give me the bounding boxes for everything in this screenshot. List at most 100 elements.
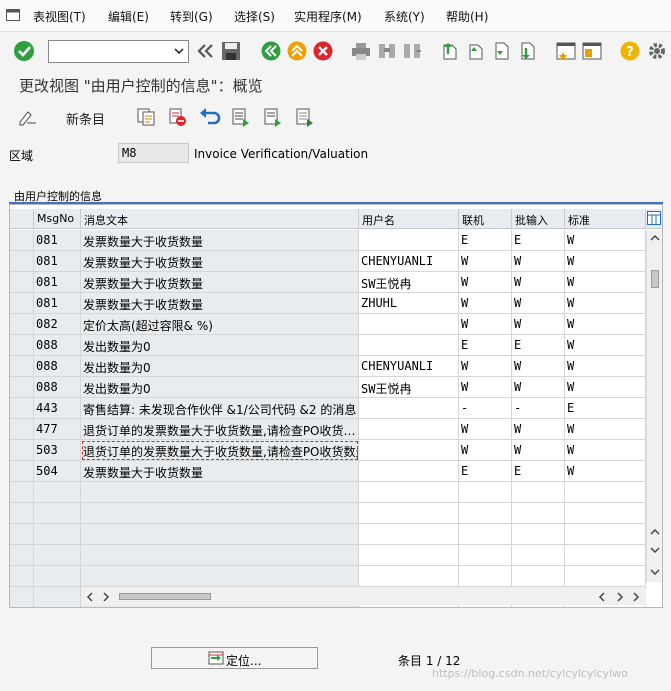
cancel-icon[interactable] [313,41,333,61]
find-next-icon[interactable] [402,41,422,61]
cell-online[interactable] [459,503,512,524]
column-header-standard[interactable]: 标准 [565,209,646,229]
cell-standard[interactable]: W [565,251,646,272]
print-icon[interactable] [351,41,371,61]
row-selector[interactable] [10,272,34,293]
cell-online[interactable] [459,482,512,503]
cell-standard[interactable]: W [565,440,646,461]
row-selector[interactable] [10,356,34,377]
back-icon[interactable] [261,41,281,61]
cell-standard[interactable]: E [565,398,646,419]
row-selector[interactable] [10,230,34,251]
row-selector[interactable] [10,545,34,566]
cell-standard[interactable] [565,545,646,566]
display-change-icon[interactable] [18,108,38,126]
cell-batch-input[interactable]: W [512,377,565,398]
horizontal-scroll-thumb[interactable] [119,593,211,600]
cell-batch-input[interactable]: E [512,461,565,482]
scroll-up-icon[interactable] [650,528,660,536]
find-icon[interactable] [377,41,397,61]
menu-edit[interactable]: 编辑(E) [108,8,149,25]
row-selector[interactable] [10,503,34,524]
cell-standard[interactable]: W [565,293,646,314]
column-header-online[interactable]: 联机 [459,209,512,229]
cell-online[interactable] [459,524,512,545]
cell-online[interactable] [459,566,512,587]
cell-user[interactable] [359,398,459,419]
cell-standard[interactable] [565,524,646,545]
scroll-down-icon[interactable] [650,546,660,554]
cell-online[interactable]: W [459,293,512,314]
last-page-icon[interactable] [518,41,538,61]
cell-user[interactable] [359,461,459,482]
cell-user[interactable] [359,335,459,356]
column-header-message-text[interactable]: 消息文本 [81,209,359,229]
table-settings-icon[interactable] [646,209,662,229]
row-selector[interactable] [10,335,34,356]
next-page-icon[interactable] [492,41,512,61]
cell-batch-input[interactable]: W [512,272,565,293]
cell-online[interactable]: W [459,251,512,272]
row-selector[interactable] [10,566,34,587]
new-entries-button[interactable]: 新条目 [66,109,105,128]
delete-icon[interactable] [167,107,187,127]
menu-utilities[interactable]: 实用程序(M) [294,8,362,25]
deselect-all-icon[interactable] [295,107,315,127]
cell-standard[interactable]: W [565,461,646,482]
cell-standard[interactable] [565,503,646,524]
cell-standard[interactable]: W [565,272,646,293]
cell-user[interactable] [359,524,459,545]
row-selector[interactable] [10,398,34,419]
undo-icon[interactable] [199,107,221,127]
cell-online[interactable]: W [459,272,512,293]
cell-user[interactable] [359,230,459,251]
previous-page-icon[interactable] [466,41,486,61]
cell-batch-input[interactable]: W [512,314,565,335]
menu-system[interactable]: 系统(Y) [384,8,425,25]
cell-standard[interactable]: W [565,335,646,356]
cell-standard[interactable]: W [565,230,646,251]
gear-icon[interactable] [646,40,668,62]
cell-standard[interactable]: W [565,356,646,377]
cell-online[interactable]: E [459,461,512,482]
column-header-batch-input[interactable]: 批输入 [512,209,565,229]
cell-standard[interactable]: W [565,419,646,440]
scroll-down-icon[interactable] [650,568,660,576]
first-page-icon[interactable] [440,41,460,61]
cell-batch-input[interactable]: E [512,230,565,251]
row-selector[interactable] [10,314,34,335]
scroll-right-icon[interactable] [632,592,640,602]
cell-batch-input[interactable] [512,524,565,545]
column-header-msgno[interactable]: MsgNo [34,209,81,229]
cell-standard[interactable]: W [565,314,646,335]
scroll-right-icon[interactable] [102,592,110,602]
scroll-right-icon[interactable] [616,592,624,602]
cell-batch-input[interactable]: W [512,356,565,377]
cell-user[interactable] [359,314,459,335]
row-selector[interactable] [10,440,34,461]
horizontal-scrollbar[interactable] [82,587,646,605]
create-session-icon[interactable] [556,41,576,61]
vertical-scroll-thumb[interactable] [651,270,659,288]
cell-batch-input[interactable]: W [512,251,565,272]
scroll-left-icon[interactable] [86,592,94,602]
cell-online[interactable]: W [459,440,512,461]
row-selector[interactable] [10,419,34,440]
chevron-down-icon[interactable] [173,45,185,57]
cell-user[interactable]: CHENYUANLI [359,251,459,272]
cell-batch-input[interactable]: W [512,419,565,440]
select-block-icon[interactable] [263,107,283,127]
cell-standard[interactable] [565,482,646,503]
cell-user[interactable] [359,503,459,524]
copy-icon[interactable] [136,107,156,127]
row-selector[interactable] [10,587,34,607]
save-icon[interactable] [221,41,241,61]
cell-user[interactable] [359,482,459,503]
cell-batch-input[interactable]: - [512,398,565,419]
menu-goto[interactable]: 转到(G) [170,8,213,25]
vertical-scrollbar[interactable] [646,230,662,582]
cell-batch-input[interactable]: W [512,293,565,314]
cell-user[interactable]: ZHUHL [359,293,459,314]
cell-online[interactable]: W [459,356,512,377]
cell-batch-input[interactable] [512,545,565,566]
